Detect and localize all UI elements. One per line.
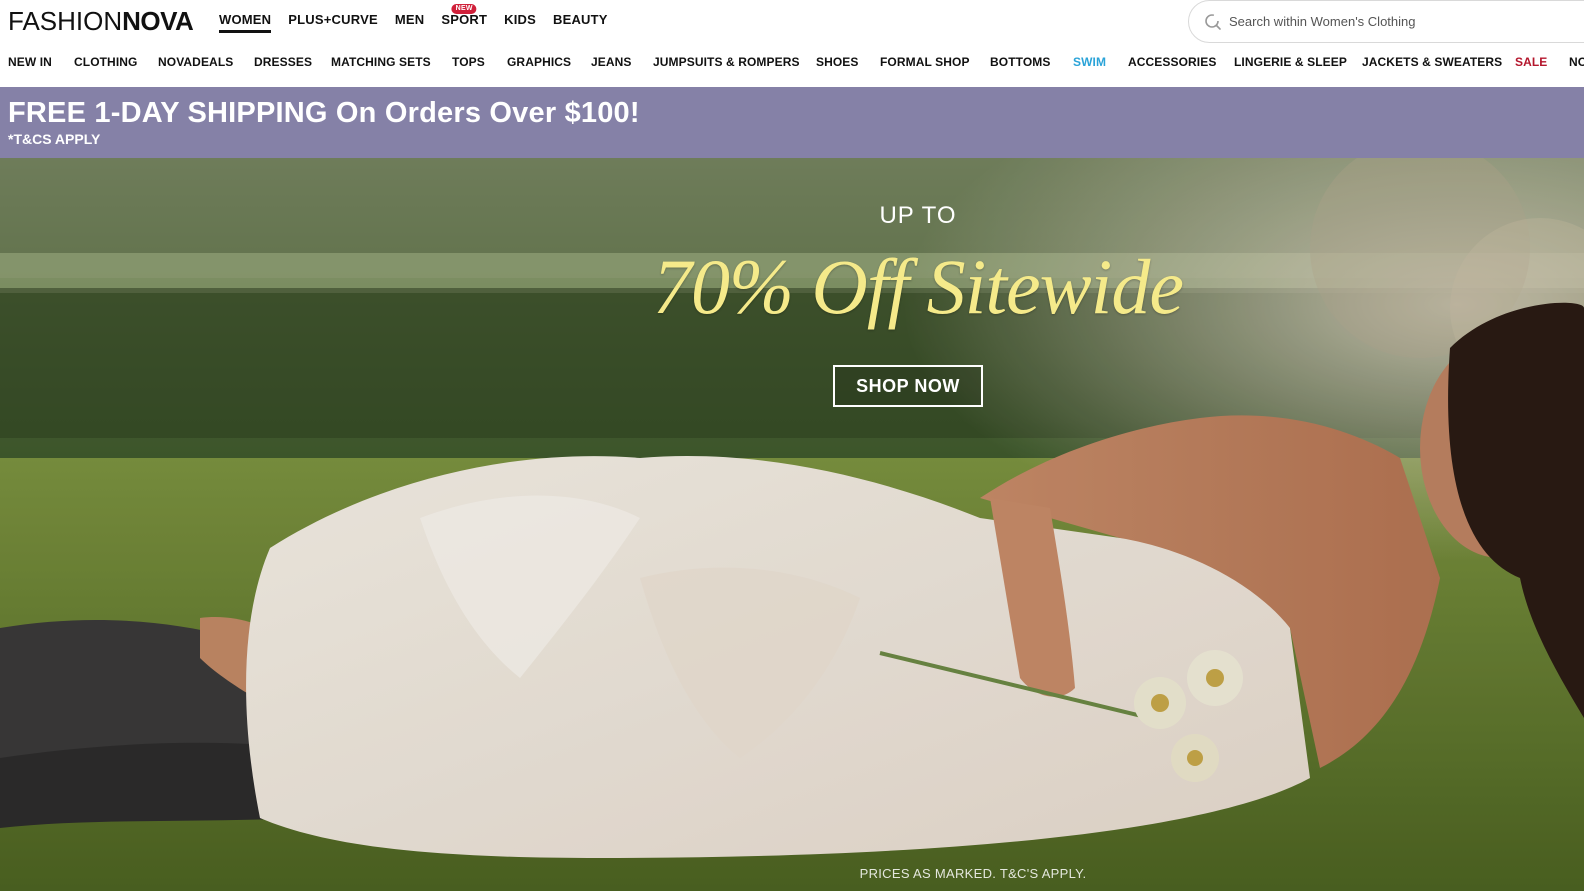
new-badge: NEW — [451, 4, 477, 14]
dept-plus-curve[interactable]: PLUS+CURVE — [288, 12, 378, 33]
cat-formal-shop[interactable]: FORMAL SHOP — [880, 55, 970, 69]
cat-new-in[interactable]: NEW IN — [8, 55, 52, 69]
dept-kids[interactable]: KIDS — [504, 12, 536, 33]
cat-tops[interactable]: TOPS — [452, 55, 485, 69]
promo-terms: *T&CS APPLY — [8, 131, 101, 147]
dept-men[interactable]: MEN — [395, 12, 425, 33]
cat-dresses[interactable]: DRESSES — [254, 55, 312, 69]
dept-beauty-label: BEAUTY — [552, 12, 608, 27]
cat-swim[interactable]: SWIM — [1073, 55, 1106, 69]
search-icon[interactable] — [1203, 12, 1223, 32]
cat-graphics[interactable]: GRAPHICS — [507, 55, 571, 69]
hero-upto: UP TO — [879, 202, 957, 229]
cat-nova-truncated[interactable]: NOVA — [1569, 55, 1584, 69]
shop-now-button[interactable]: SHOP NOW — [833, 365, 983, 407]
dept-plus-curve-label: PLUS+CURVE — [288, 12, 378, 27]
logo-text-bold: NOVA — [122, 6, 194, 36]
promo-headline: FREE 1-DAY SHIPPING On Orders Over $100! — [8, 97, 640, 129]
hero-disclaimer: PRICES AS MARKED. T&C'S APPLY. — [859, 866, 1087, 881]
cat-jackets-sweaters[interactable]: JACKETS & SWEATERS — [1362, 55, 1502, 69]
top-bar: FASHION NOVA WOMEN PLUS+CURVE MEN NEW SPOR… — [0, 0, 1584, 44]
cat-novadeals[interactable]: NOVADEALS — [158, 55, 233, 69]
dept-women-label: WOMEN — [219, 12, 272, 27]
dept-sport-label: SPORT — [441, 12, 488, 27]
fashion-nova-logo[interactable]: FASHION NOVA — [8, 6, 194, 36]
cat-clothing[interactable]: CLOTHING — [74, 55, 137, 69]
cat-shoes[interactable]: SHOES — [816, 55, 859, 69]
search-input[interactable] — [1229, 14, 1569, 29]
dept-kids-label: KIDS — [504, 12, 536, 27]
cat-jumpsuits-rompers[interactable]: JUMPSUITS & ROMPERS — [653, 55, 800, 69]
dept-sport[interactable]: NEW SPORT — [441, 4, 488, 33]
cat-accessories[interactable]: ACCESSORIES — [1128, 55, 1216, 69]
cat-bottoms[interactable]: BOTTOMS — [990, 55, 1050, 69]
hero-headline: 70% Off Sitewide — [653, 243, 1184, 330]
search-bar[interactable] — [1188, 0, 1584, 43]
hero-banner[interactable]: UP TO 70% Off Sitewide SHOP NOW PRICES A… — [0, 158, 1584, 891]
promo-banner[interactable]: FREE 1-DAY SHIPPING On Orders Over $100!… — [0, 87, 1584, 158]
dept-women[interactable]: WOMEN — [219, 12, 272, 33]
department-nav: WOMEN PLUS+CURVE MEN NEW SPORT KIDS BEAUT… — [219, 4, 625, 33]
cat-jeans[interactable]: JEANS — [591, 55, 632, 69]
dept-beauty[interactable]: BEAUTY — [553, 12, 608, 33]
category-nav: NEW IN CLOTHING NOVADEALS DRESSES MATCHI… — [0, 52, 1584, 86]
dept-men-label: MEN — [394, 12, 425, 27]
logo-text-thin: FASHION — [8, 6, 123, 36]
cat-matching-sets[interactable]: MATCHING SETS — [331, 55, 431, 69]
cat-lingerie-sleep[interactable]: LINGERIE & SLEEP — [1234, 55, 1347, 69]
cat-sale[interactable]: SALE — [1515, 55, 1547, 69]
